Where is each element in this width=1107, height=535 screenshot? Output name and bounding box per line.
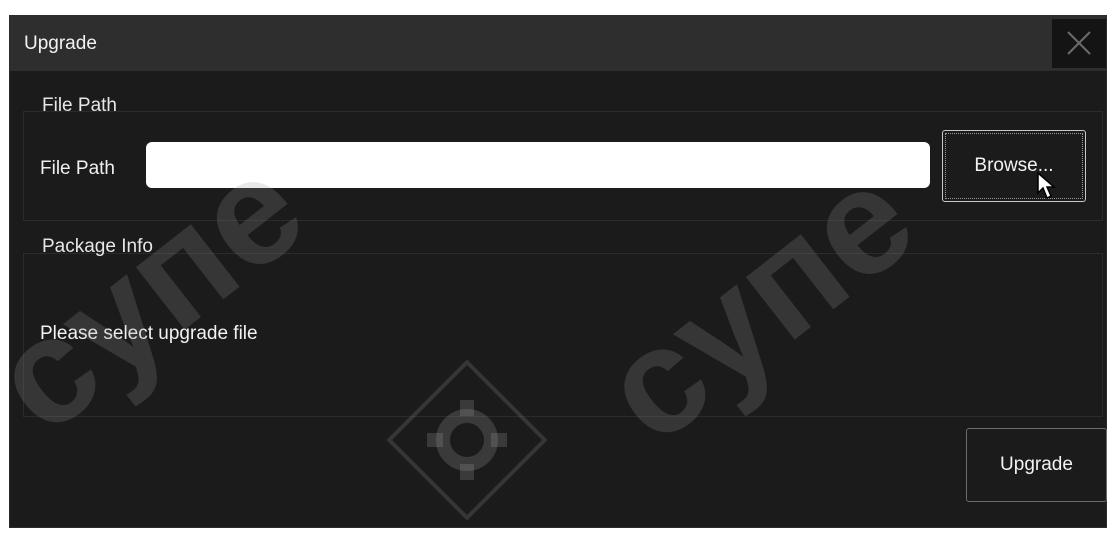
file-path-input[interactable] [146, 142, 930, 188]
upgrade-dialog: Upgrade File Path File Path Browse... Pa… [9, 15, 1107, 528]
close-icon [1067, 31, 1091, 55]
upgrade-button[interactable]: Upgrade [966, 428, 1107, 502]
file-path-group-label: File Path [42, 95, 117, 116]
dialog-titlebar: Upgrade [10, 16, 1106, 71]
close-button[interactable] [1052, 19, 1106, 68]
package-status-text: Please select upgrade file [40, 323, 258, 344]
dialog-title: Upgrade [24, 33, 97, 54]
file-path-field-label: File Path [40, 158, 115, 179]
browse-button[interactable]: Browse... [942, 130, 1086, 202]
mouse-cursor-icon [1037, 171, 1056, 200]
package-info-group-label: Package Info [42, 236, 153, 257]
upgrade-button-label: Upgrade [1000, 454, 1073, 475]
